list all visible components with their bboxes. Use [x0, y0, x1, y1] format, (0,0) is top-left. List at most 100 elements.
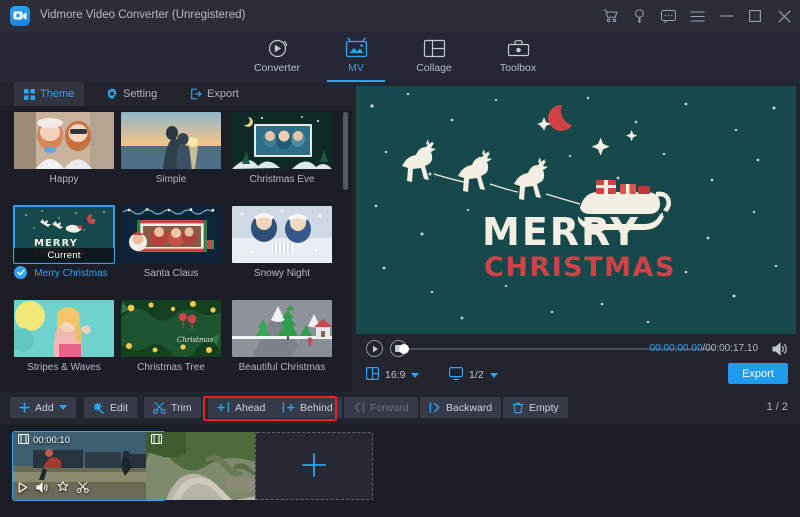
sub-tab-setting[interactable]: Setting — [96, 82, 167, 106]
clip-actions — [18, 481, 89, 496]
theme-scrollbar-thumb[interactable] — [343, 112, 348, 190]
gear-icon — [106, 88, 118, 100]
theme-label: Christmas Tree — [121, 362, 221, 373]
theme-label: Stripes & Waves — [14, 362, 114, 373]
add-button[interactable]: Add — [10, 397, 76, 418]
key-icon[interactable] — [631, 8, 647, 24]
cart-icon[interactable] — [602, 8, 618, 24]
theme-selected-check-icon — [14, 266, 27, 279]
chevron-down-icon[interactable] — [59, 405, 67, 410]
timeline-clip[interactable]: 00:00:10 — [13, 432, 165, 500]
sub-tab-setting-label: Setting — [123, 88, 157, 100]
theme-item-merry-christmas[interactable]: MERRY CHRISTMAS Current Merry Christmas — [14, 206, 114, 279]
monitor-icon — [449, 367, 463, 383]
preview-zoom-control[interactable]: 1/2 — [449, 367, 498, 383]
move-backward-button[interactable]: Backward — [420, 397, 501, 418]
theme-thumbnail[interactable]: MERRY CHRISTMAS Current — [14, 206, 114, 263]
theme-item-christmas-eve[interactable]: Christmas Eve — [232, 112, 332, 185]
maximize-icon[interactable] — [747, 8, 763, 24]
theme-item-simple[interactable]: Simple — [121, 112, 221, 185]
theme-item-beautiful-christmas[interactable]: Beautiful Christmas — [232, 300, 332, 373]
empty-button-label: Empty — [529, 402, 559, 414]
trim-icon[interactable] — [77, 482, 89, 496]
nav-tab-converter-label: Converter — [237, 62, 317, 74]
current-theme-badge: Current — [14, 248, 114, 263]
sub-tab-theme[interactable]: Theme — [14, 82, 84, 106]
theme-scrollbar[interactable] — [343, 112, 348, 386]
current-time: 00:00:00.00 — [650, 343, 703, 354]
clip-toolbar: Add Edit Trim Ahead Behind — [0, 392, 800, 424]
nav-tab-toolbox[interactable]: Toolbox — [478, 32, 558, 82]
insert-ahead-button[interactable]: Ahead — [208, 397, 274, 418]
theme-thumbnail[interactable] — [14, 300, 114, 357]
theme-thumbnail[interactable] — [14, 112, 114, 169]
theme-thumbnail[interactable] — [232, 300, 332, 357]
grid-icon — [24, 89, 35, 100]
aspect-ratio-control[interactable]: 16:9 — [366, 367, 419, 383]
chevron-down-icon[interactable] — [490, 373, 498, 378]
theme-item-stripes-waves[interactable]: Stripes & Waves — [14, 300, 114, 373]
theme-row: Happy — [0, 112, 340, 200]
theme-label: Beautiful Christmas — [232, 362, 332, 373]
sub-tab-export[interactable]: Export — [180, 82, 249, 106]
window-controls — [602, 0, 792, 32]
minimize-icon[interactable] — [718, 8, 734, 24]
theme-item-santa-claus[interactable]: Santa Claus — [121, 206, 221, 279]
theme-item-christmas-tree[interactable]: Christmas Christmas Tree — [121, 300, 221, 373]
sub-tab-export-label: Export — [207, 88, 239, 100]
theme-thumbnail[interactable] — [232, 112, 332, 169]
move-forward-icon — [353, 402, 365, 413]
toolbox-icon — [478, 35, 558, 61]
app-title: Vidmore Video Converter (Unregistered) — [40, 9, 245, 21]
effect-icon[interactable] — [57, 481, 69, 496]
svg-text:Christmas: Christmas — [177, 336, 214, 344]
page-indicator: 1 / 2 — [767, 401, 788, 413]
trash-icon — [512, 402, 524, 414]
close-icon[interactable] — [776, 8, 792, 24]
scissors-icon — [153, 402, 166, 414]
theme-thumbnail[interactable]: Christmas — [121, 300, 221, 357]
sub-tab-theme-label: Theme — [40, 88, 74, 100]
move-backward-icon — [429, 402, 441, 413]
preview-title-line2: CHRISTMAS — [484, 254, 676, 281]
move-forward-button[interactable]: Forward — [344, 397, 418, 418]
add-clip-button[interactable] — [255, 432, 373, 500]
theme-label: Snowy Night — [232, 268, 332, 279]
chevron-down-icon[interactable] — [411, 373, 419, 378]
theme-label: Christmas Eve — [232, 174, 332, 185]
playhead-knob[interactable] — [399, 344, 409, 354]
theme-item-snowy-night[interactable]: Snowy Night — [232, 206, 332, 279]
theme-thumbnail[interactable] — [121, 206, 221, 263]
insert-behind-icon — [282, 402, 295, 413]
move-backward-button-label: Backward — [446, 402, 492, 414]
export-icon — [190, 88, 202, 100]
nav-tab-collage[interactable]: Collage — [394, 32, 474, 82]
play-icon[interactable] — [18, 482, 28, 496]
video-preview[interactable]: MERRY CHRISTMAS — [356, 86, 796, 334]
nav-tab-mv[interactable]: MV — [316, 32, 396, 82]
theme-thumbnail[interactable] — [232, 206, 332, 263]
insert-ahead-button-label: Ahead — [235, 402, 265, 414]
volume-icon[interactable] — [36, 482, 49, 496]
theme-thumbnail[interactable] — [121, 112, 221, 169]
clip-timeline: 00:00:10 — [0, 424, 800, 517]
title-bar: Vidmore Video Converter (Unregistered) — [0, 0, 800, 32]
play-icon[interactable] — [366, 340, 383, 357]
player-controls: 00:00:00.00/00:00:17.10 16:9 1/2 Export — [356, 334, 796, 392]
menu-icon[interactable] — [689, 8, 705, 24]
edit-button[interactable]: Edit — [84, 397, 137, 418]
speaker-icon[interactable] — [772, 342, 788, 359]
aspect-ratio-value: 16:9 — [385, 369, 405, 381]
feedback-icon[interactable] — [660, 8, 676, 24]
film-icon — [18, 434, 29, 447]
main-navigation: Converter MV Collage Toolbox — [0, 32, 800, 82]
theme-row: MERRY CHRISTMAS Current Merry Christmas — [0, 206, 340, 294]
total-time: 00:00:17.10 — [705, 343, 758, 354]
converter-icon — [237, 35, 317, 61]
nav-tab-converter[interactable]: Converter — [237, 32, 317, 82]
theme-item-happy[interactable]: Happy — [14, 112, 114, 185]
empty-button[interactable]: Empty — [503, 397, 568, 418]
export-button[interactable]: Export — [728, 363, 788, 384]
trim-button[interactable]: Trim — [144, 397, 201, 418]
insert-behind-button[interactable]: Behind — [273, 397, 342, 418]
